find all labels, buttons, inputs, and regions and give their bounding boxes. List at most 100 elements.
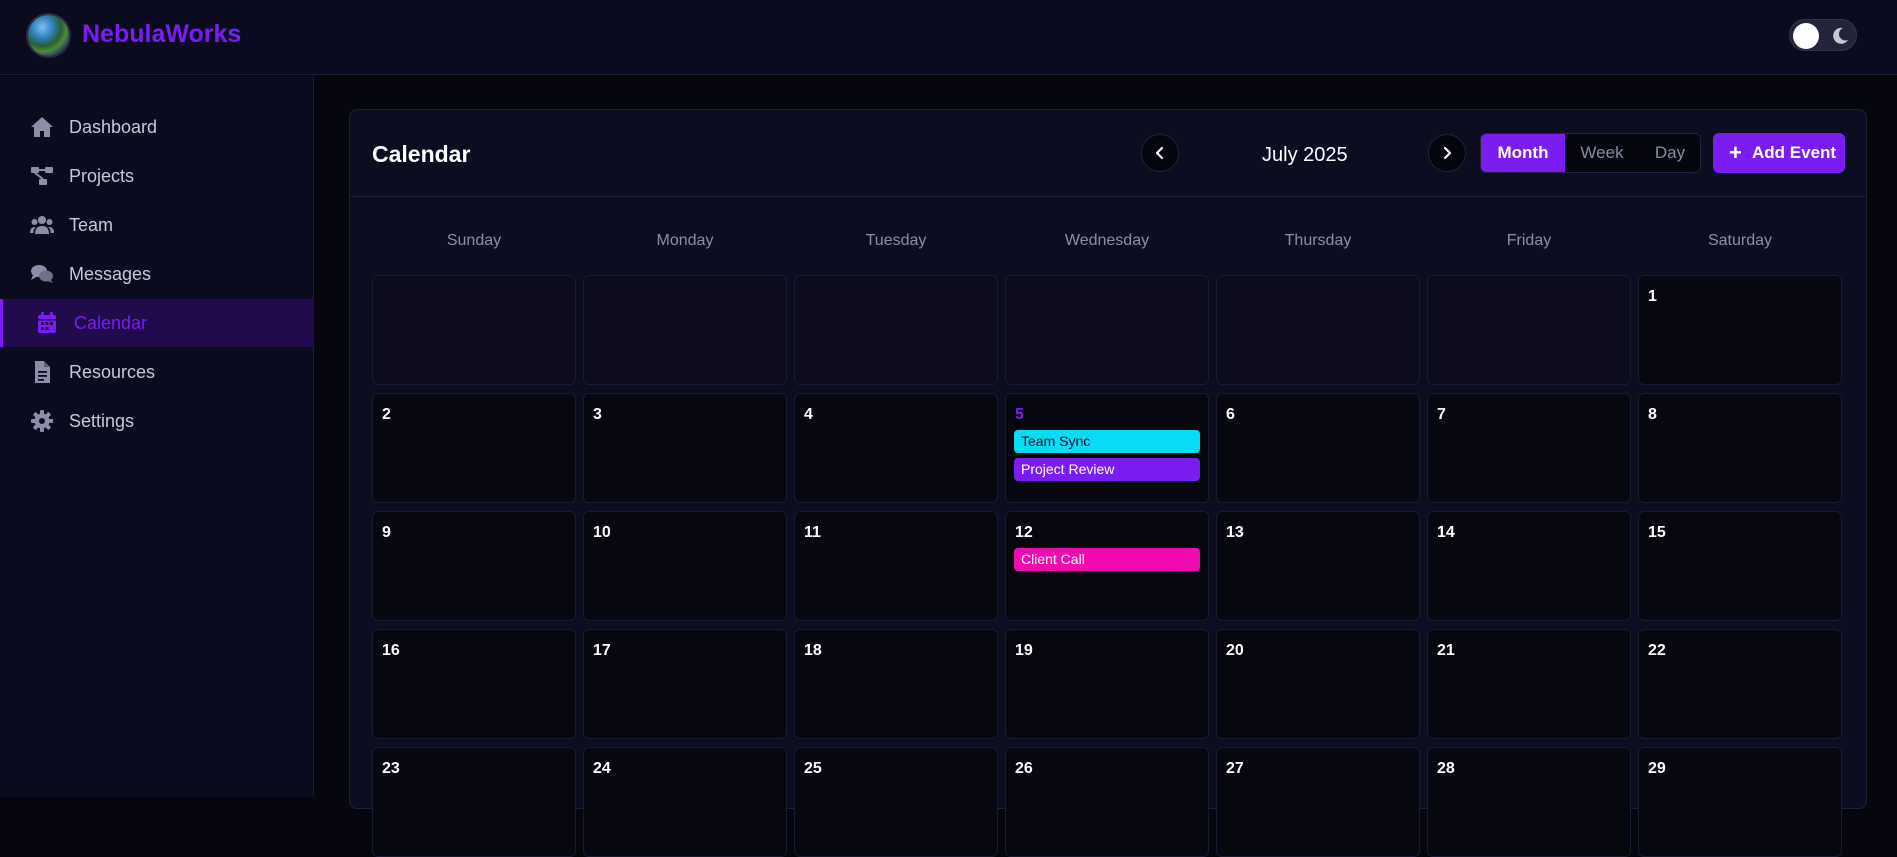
view-switcher: Month Week Day [1480, 133, 1701, 173]
chevron-right-icon [1443, 146, 1452, 160]
sidebar-item-projects[interactable]: Projects [0, 152, 314, 200]
day-number: 3 [593, 406, 602, 423]
day-cell[interactable]: 28 [1427, 747, 1631, 857]
chevron-left-icon [1155, 146, 1164, 160]
day-number: 1 [1648, 288, 1657, 305]
day-number: 9 [382, 524, 391, 541]
sidebar-item-label: Team [69, 215, 114, 235]
day-cell[interactable]: 4 [794, 393, 998, 503]
add-event-button[interactable]: + Add Event [1713, 133, 1845, 173]
calendar-icon [38, 312, 56, 333]
sidebar-item-settings[interactable]: Settings [0, 397, 314, 445]
day-number: 11 [804, 524, 821, 541]
day-number: 2 [382, 406, 391, 423]
day-cell[interactable]: 14 [1427, 511, 1631, 621]
day-cell[interactable]: 7 [1427, 393, 1631, 503]
day-cell[interactable]: 22 [1638, 629, 1842, 739]
weekday-header: Monday [656, 232, 714, 249]
sidebar-item-dashboard[interactable]: Dashboard [0, 103, 314, 151]
day-cell[interactable]: 3 [583, 393, 787, 503]
sidebar-item-label: Settings [69, 411, 135, 431]
day-number: 4 [804, 406, 813, 423]
view-day-button[interactable]: Day [1639, 134, 1700, 172]
file-icon [35, 361, 50, 383]
project-diagram-icon [31, 167, 53, 185]
weekday-header: Thursday [1284, 232, 1352, 249]
page-title: Calendar [372, 141, 471, 167]
day-cell[interactable]: 20 [1216, 629, 1420, 739]
calendar-header: Calendar July 2025 Month Week Day + Add … [350, 110, 1866, 197]
day-cell[interactable]: 6 [1216, 393, 1420, 503]
day-cell[interactable]: 1 [1638, 275, 1842, 385]
weekday-header: Sunday [446, 232, 502, 249]
event-chip[interactable]: Team Sync [1014, 430, 1200, 453]
day-cell[interactable]: 8 [1638, 393, 1842, 503]
weekday-header: Wednesday [1064, 232, 1150, 249]
day-number: 6 [1226, 406, 1235, 423]
day-cell[interactable]: 24 [583, 747, 787, 857]
moon-icon [1833, 27, 1848, 44]
empty-day-cell [1216, 275, 1420, 385]
add-event-label: Add Event [1752, 143, 1837, 162]
day-cell[interactable]: 25 [794, 747, 998, 857]
empty-day-cell [372, 275, 576, 385]
day-cell[interactable]: 2 [372, 393, 576, 503]
day-cell[interactable]: 17 [583, 629, 787, 739]
day-cell[interactable]: 16 [372, 629, 576, 739]
day-number: 21 [1437, 642, 1455, 659]
sidebar-item-label: Projects [69, 166, 135, 186]
comments-icon [31, 265, 53, 283]
sidebar-item-label: Resources [69, 362, 156, 382]
sidebar-item-messages[interactable]: Messages [0, 250, 314, 298]
sidebar-item-label: Calendar [74, 313, 148, 333]
day-cell[interactable]: 13 [1216, 511, 1420, 621]
next-month-button[interactable] [1428, 134, 1466, 172]
sidebar-item-label: Dashboard [69, 117, 158, 137]
top-bar: NebulaWorks [0, 0, 1897, 75]
day-number: 7 [1437, 406, 1446, 423]
day-number: 10 [593, 524, 611, 541]
sidebar-item-team[interactable]: Team [0, 201, 314, 249]
day-number: 25 [804, 760, 822, 777]
empty-day-cell [794, 275, 998, 385]
day-number: 24 [593, 760, 611, 777]
home-icon [31, 117, 53, 137]
empty-day-cell [1427, 275, 1631, 385]
day-cell[interactable]: 9 [372, 511, 576, 621]
day-cell[interactable]: 10 [583, 511, 787, 621]
sidebar-item-resources[interactable]: Resources [0, 348, 314, 396]
day-cell[interactable]: 12 Client Call [1005, 511, 1209, 621]
weekday-header: Saturday [1707, 232, 1773, 249]
brand-name[interactable]: NebulaWorks [82, 20, 241, 49]
day-cell[interactable]: 5 Team Sync Project Review [1005, 393, 1209, 503]
globe-logo-icon[interactable] [28, 15, 69, 56]
day-cell[interactable]: 23 [372, 747, 576, 857]
view-week-button[interactable]: Week [1565, 134, 1639, 172]
day-cell[interactable]: 26 [1005, 747, 1209, 857]
day-number: 18 [804, 642, 822, 659]
day-cell[interactable]: 19 [1005, 629, 1209, 739]
view-month-button[interactable]: Month [1481, 134, 1565, 172]
day-cell[interactable]: 27 [1216, 747, 1420, 857]
event-chip[interactable]: Project Review [1014, 458, 1200, 481]
day-number: 20 [1226, 642, 1244, 659]
day-number: 15 [1648, 524, 1666, 541]
day-number: 19 [1015, 642, 1033, 659]
day-number: 22 [1648, 642, 1666, 659]
event-chip[interactable]: Client Call [1014, 548, 1200, 571]
sidebar-item-calendar[interactable]: Calendar [0, 299, 314, 347]
day-cell[interactable]: 11 [794, 511, 998, 621]
day-cell[interactable]: 15 [1638, 511, 1842, 621]
day-cell[interactable]: 18 [794, 629, 998, 739]
day-number: 13 [1226, 524, 1244, 541]
gear-icon [31, 410, 53, 432]
day-number: 28 [1437, 760, 1455, 777]
day-number: 29 [1648, 760, 1666, 777]
day-number: 27 [1226, 760, 1244, 777]
day-cell[interactable]: 21 [1427, 629, 1631, 739]
theme-toggle[interactable] [1789, 19, 1857, 51]
day-number: 23 [382, 760, 400, 777]
sidebar-item-label: Messages [69, 264, 152, 284]
prev-month-button[interactable] [1141, 134, 1179, 172]
day-cell[interactable]: 29 [1638, 747, 1842, 857]
